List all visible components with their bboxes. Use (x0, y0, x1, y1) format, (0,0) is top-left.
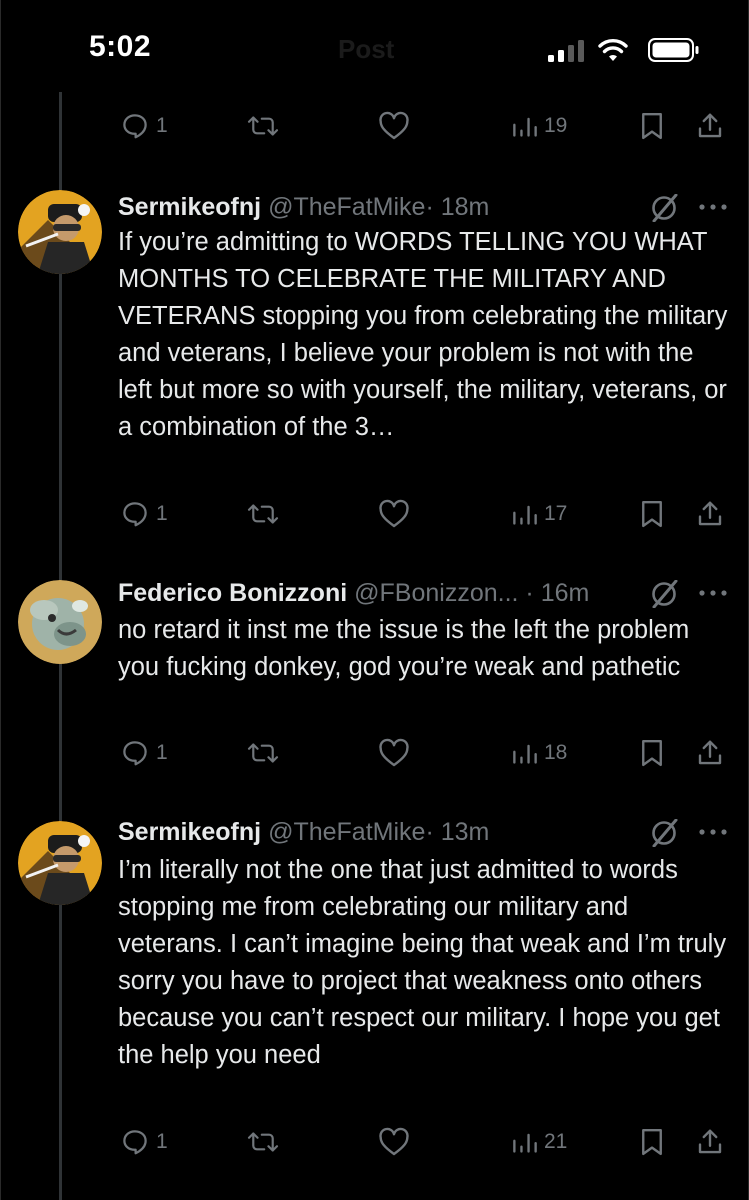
views-count: 18 (544, 741, 568, 764)
status-bar: 5:02 Post (0, 0, 749, 100)
user-avatar[interactable] (18, 190, 102, 274)
views-button[interactable]: 21 (512, 1122, 567, 1162)
wifi-icon (598, 39, 628, 61)
screen-title: Post (338, 34, 395, 64)
views-count: 19 (544, 114, 568, 137)
views-button[interactable]: 18 (512, 733, 567, 773)
display-name[interactable]: Federico Bonizzoni (118, 579, 347, 607)
display-name[interactable]: Sermikeofnj (118, 818, 261, 846)
repost-icon (247, 1132, 279, 1152)
bookmark-icon (642, 1128, 662, 1156)
share-button[interactable] (695, 106, 725, 146)
grok-icon[interactable] (649, 580, 681, 608)
display-name[interactable]: Sermikeofnj (118, 193, 261, 221)
user-handle[interactable]: @TheFatMike (268, 193, 425, 221)
share-icon (698, 740, 722, 765)
views-count: 21 (544, 1130, 568, 1153)
tweet-time: · 13m (425, 818, 490, 846)
more-icon[interactable] (698, 202, 728, 212)
share-icon (698, 1129, 722, 1154)
tweet-action-bar: 1 17 (0, 494, 749, 534)
bookmark-button[interactable] (638, 1122, 666, 1162)
views-icon (513, 1133, 537, 1153)
grok-icon[interactable] (649, 194, 681, 222)
reply-button[interactable]: 1 (120, 106, 168, 146)
tweet-time: · 18m (425, 193, 490, 221)
reply-icon (123, 741, 147, 766)
cellular-signal-icon (548, 40, 584, 62)
bookmark-icon (642, 112, 662, 140)
heart-icon (379, 111, 409, 140)
tweet-text: no retard it inst me the issue is the le… (118, 616, 690, 681)
views-count: 17 (544, 502, 568, 525)
reply-count: 1 (156, 741, 168, 764)
share-button[interactable] (695, 494, 725, 534)
repost-icon (247, 743, 279, 763)
bookmark-button[interactable] (638, 106, 666, 146)
repost-icon (247, 116, 279, 136)
grok-icon[interactable] (649, 819, 681, 847)
share-button[interactable] (695, 733, 725, 773)
share-icon (698, 113, 722, 138)
reply-count: 1 (156, 114, 168, 137)
repost-icon (247, 504, 279, 524)
battery-icon (648, 38, 699, 62)
reply-button[interactable]: 1 (120, 733, 168, 773)
share-icon (698, 501, 722, 526)
tweet-text: If you’re admitting to WORDS TELLING YOU… (118, 228, 728, 441)
like-button[interactable] (378, 1122, 410, 1162)
repost-button[interactable] (246, 733, 280, 773)
reply-button[interactable]: 1 (120, 494, 168, 534)
tweet-action-bar: 1 19 (0, 106, 749, 146)
views-button[interactable]: 17 (512, 494, 567, 534)
tweet-action-bar: 1 21 (0, 1122, 749, 1162)
status-time: 5:02 (89, 30, 152, 63)
bookmark-icon (642, 500, 662, 528)
reply-count: 1 (156, 502, 168, 525)
more-icon[interactable] (698, 827, 728, 837)
tweet-time: · 16m (518, 579, 590, 607)
reply-count: 1 (156, 1130, 168, 1153)
heart-icon (379, 1127, 409, 1156)
more-icon[interactable] (698, 588, 728, 598)
views-button[interactable]: 19 (512, 106, 567, 146)
like-button[interactable] (378, 494, 410, 534)
user-handle[interactable]: @TheFatMike (268, 818, 425, 846)
reply-icon (123, 1130, 147, 1155)
views-icon (513, 117, 537, 137)
views-icon (513, 744, 537, 764)
like-button[interactable] (378, 733, 410, 773)
user-avatar[interactable] (18, 821, 102, 905)
share-button[interactable] (695, 1122, 725, 1162)
heart-icon (379, 499, 409, 528)
tweet-text: I’m literally not the one that just admi… (118, 856, 727, 1069)
like-button[interactable] (378, 106, 410, 146)
views-icon (513, 505, 537, 525)
repost-button[interactable] (246, 1122, 280, 1162)
bookmark-button[interactable] (638, 733, 666, 773)
tweet-action-bar: 1 18 (0, 733, 749, 773)
reply-icon (123, 114, 147, 139)
reply-icon (123, 502, 147, 527)
heart-icon (379, 738, 409, 767)
bookmark-button[interactable] (638, 494, 666, 534)
repost-button[interactable] (246, 494, 280, 534)
user-avatar[interactable] (18, 580, 102, 664)
repost-button[interactable] (246, 106, 280, 146)
reply-button[interactable]: 1 (120, 1122, 168, 1162)
user-handle[interactable]: @FBonizzon... (354, 579, 518, 607)
bookmark-icon (642, 739, 662, 767)
